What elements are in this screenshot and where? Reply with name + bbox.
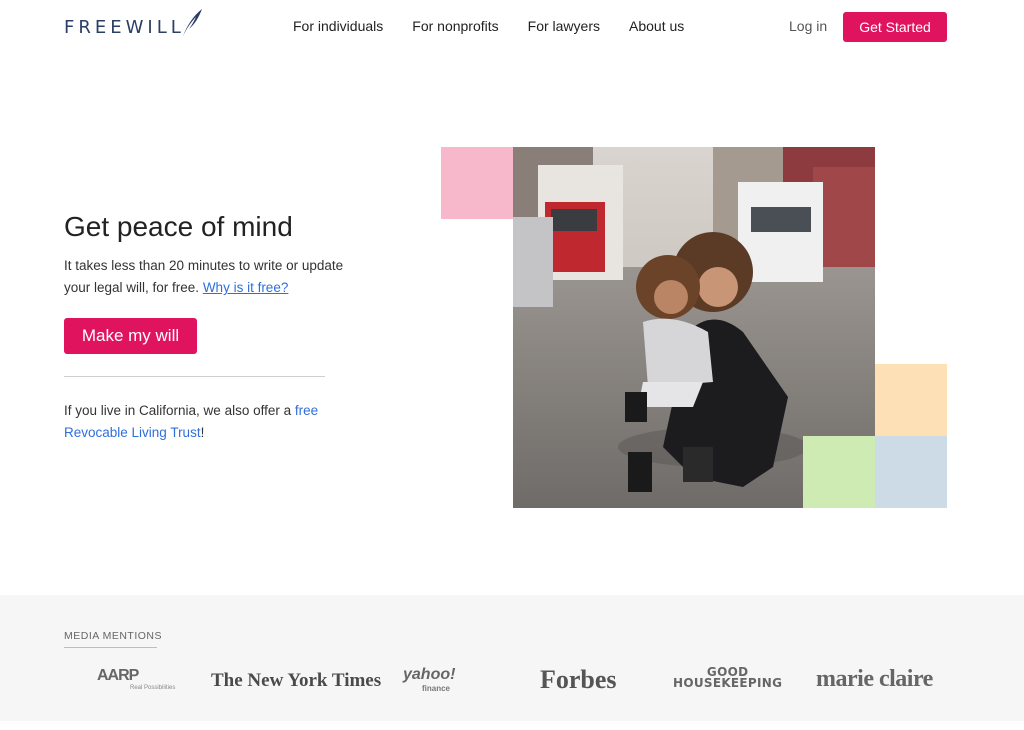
- aarp-logo-tagline: Real Possibilities: [130, 685, 176, 691]
- divider: [64, 376, 325, 377]
- california-note-end: !: [200, 425, 205, 440]
- yahoo-finance-logo: yahoo!: [403, 666, 456, 683]
- media-logos: AARP Real Possibilities The New York Tim…: [0, 665, 1024, 701]
- forbes-logo: Forbes: [540, 665, 617, 694]
- nav-for-nonprofits[interactable]: For nonprofits: [412, 18, 498, 34]
- media-mentions-title: MEDIA MENTIONS: [64, 630, 163, 642]
- freewill-logo[interactable]: FREEWILL: [64, 9, 203, 42]
- media-mentions-section: MEDIA MENTIONS AARP Real Possibilities T…: [0, 595, 1024, 721]
- why-is-it-free-link[interactable]: Why is it free?: [203, 280, 289, 295]
- california-note-text: If you live in California, we also offer…: [64, 403, 295, 418]
- make-my-will-button[interactable]: Make my will: [64, 318, 197, 354]
- nyt-logo: The New York Times: [211, 670, 382, 691]
- aarp-logo: AARP: [97, 667, 139, 684]
- hero-title: Get peace of mind: [64, 211, 293, 242]
- logo-wordmark: FREEWILL: [64, 16, 185, 38]
- nav-about-us[interactable]: About us: [629, 18, 684, 34]
- hero-description: It takes less than 20 minutes to write o…: [64, 255, 364, 299]
- decorative-blue-block: [875, 436, 947, 508]
- nav-for-lawyers[interactable]: For lawyers: [528, 18, 600, 34]
- yahoo-finance-logo-sub: finance: [422, 684, 451, 693]
- decorative-green-block: [803, 436, 875, 508]
- login-link[interactable]: Log in: [789, 18, 827, 34]
- decorative-pink-block: [441, 147, 513, 219]
- decorative-orange-block: [875, 364, 947, 436]
- good-housekeeping-logo: GOOD HOUSEKEEPING: [673, 666, 783, 690]
- california-note: If you live in California, we also offer…: [64, 400, 344, 444]
- media-title-underline: [64, 647, 157, 648]
- nav-for-individuals[interactable]: For individuals: [293, 18, 383, 34]
- main-nav: For individuals For nonprofits For lawye…: [293, 18, 684, 34]
- get-started-button[interactable]: Get Started: [843, 12, 947, 42]
- feather-icon: [182, 9, 202, 36]
- good-housekeeping-line2: HOUSEKEEPING: [673, 676, 783, 690]
- marie-claire-logo: marie claire: [816, 666, 933, 692]
